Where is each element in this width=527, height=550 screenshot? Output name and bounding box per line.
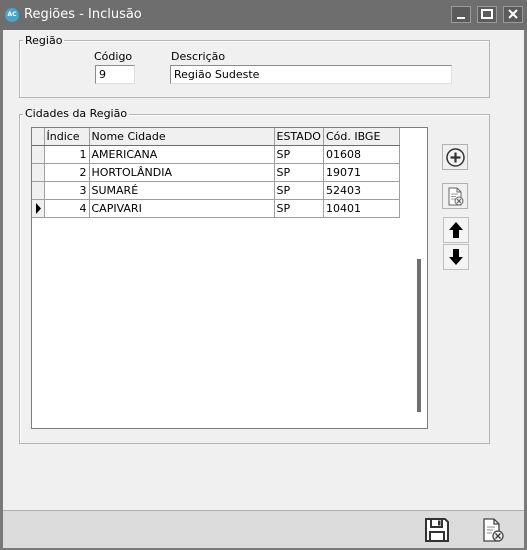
arrow-up-icon xyxy=(443,217,469,243)
cell-cod-ibge[interactable]: 01608 xyxy=(323,145,400,164)
cidades-grid[interactable]: Índice Nome Cidade ESTADO Cód. IBGE 1 AM… xyxy=(31,127,428,429)
row-indicator-header xyxy=(32,128,45,146)
close-icon xyxy=(508,9,518,19)
table-row[interactable]: 2 HORTOLÂNDIA SP 19071 xyxy=(32,163,400,182)
delete-city-button[interactable] xyxy=(442,183,468,209)
move-down-button[interactable] xyxy=(443,244,469,270)
cell-cod-ibge[interactable]: 10401 xyxy=(323,199,400,218)
plus-circle-icon xyxy=(446,148,465,167)
descricao-input[interactable]: Região Sudeste xyxy=(170,65,452,84)
cell-estado[interactable]: SP xyxy=(274,145,324,164)
grid-vertical-scrollbar[interactable] xyxy=(417,259,421,412)
document-delete-icon xyxy=(448,187,464,206)
add-city-button[interactable] xyxy=(442,144,468,170)
maximize-icon xyxy=(481,9,493,19)
column-header-nome-cidade[interactable]: Nome Cidade xyxy=(89,128,275,146)
grid-header-row: Índice Nome Cidade ESTADO Cód. IBGE xyxy=(32,128,400,146)
codigo-label: Código xyxy=(94,50,133,63)
cell-nome-cidade[interactable]: SUMARÉ xyxy=(89,181,275,200)
column-header-estado[interactable]: ESTADO xyxy=(274,128,324,146)
regiao-group-label: Região xyxy=(23,34,65,47)
cidades-group-label: Cidades da Região xyxy=(23,107,130,120)
current-row-arrow-icon xyxy=(36,203,41,214)
row-indicator[interactable] xyxy=(32,145,45,164)
table-row[interactable]: 3 SUMARÉ SP 52403 xyxy=(32,181,400,200)
cell-nome-cidade[interactable]: AMERICANA xyxy=(89,145,275,164)
descricao-label: Descrição xyxy=(171,50,226,63)
move-up-button[interactable] xyxy=(443,217,469,243)
app-logo-icon: AC xyxy=(5,8,19,22)
current-row-indicator[interactable] xyxy=(32,199,45,218)
cell-estado[interactable]: SP xyxy=(274,181,324,200)
maximize-button[interactable] xyxy=(477,6,497,23)
window-title: Regiões - Inclusão xyxy=(24,7,142,22)
save-button[interactable] xyxy=(424,517,450,543)
window-frame-left xyxy=(0,30,3,550)
cell-nome-cidade[interactable]: CAPIVARI xyxy=(89,199,275,218)
table-row[interactable]: 4 CAPIVARI SP 10401 xyxy=(32,199,400,218)
title-bar: AC Regiões - Inclusão xyxy=(0,0,527,30)
cell-cod-ibge[interactable]: 52403 xyxy=(323,181,400,200)
arrow-down-icon xyxy=(443,244,469,270)
cell-indice[interactable]: 2 xyxy=(44,163,90,182)
row-indicator[interactable] xyxy=(32,163,45,182)
cell-indice[interactable]: 1 xyxy=(44,145,90,164)
minimize-icon xyxy=(457,17,465,19)
document-cancel-icon xyxy=(483,518,504,542)
cell-estado[interactable]: SP xyxy=(274,199,324,218)
column-header-cod-ibge[interactable]: Cód. IBGE xyxy=(323,128,400,146)
cell-nome-cidade[interactable]: HORTOLÂNDIA xyxy=(89,163,275,182)
close-button[interactable] xyxy=(503,6,523,23)
cell-estado[interactable]: SP xyxy=(274,163,324,182)
cell-indice[interactable]: 4 xyxy=(44,199,90,218)
codigo-input[interactable]: 9 xyxy=(95,65,135,84)
column-header-indice[interactable]: Índice xyxy=(44,128,90,146)
row-indicator[interactable] xyxy=(32,181,45,200)
table-row[interactable]: 1 AMERICANA SP 01608 xyxy=(32,145,400,164)
cell-indice[interactable]: 3 xyxy=(44,181,90,200)
floppy-disk-icon xyxy=(425,518,449,542)
cancel-button[interactable] xyxy=(480,517,506,543)
minimize-button[interactable] xyxy=(451,6,471,23)
cell-cod-ibge[interactable]: 19071 xyxy=(323,163,400,182)
